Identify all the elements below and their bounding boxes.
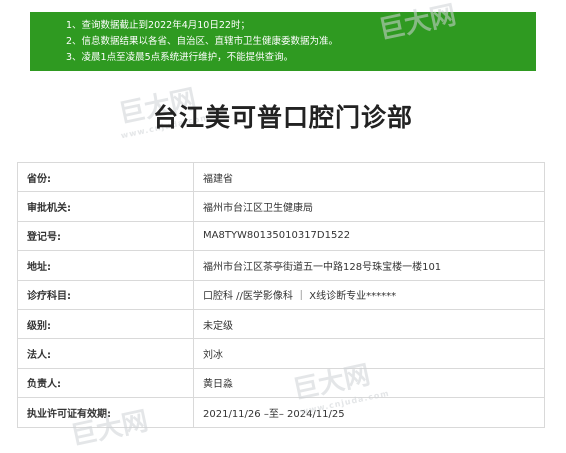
row-value: 2021/11/26 –至– 2024/11/25 <box>193 397 545 428</box>
notice-line: 2、信息数据结果以各省、自治区、直辖市卫生健康委数据为准。 <box>66 36 339 47</box>
notice-banner: 1、查询数据截止到2022年4月10日22时； 2、信息数据结果以各省、自治区、… <box>30 12 536 71</box>
table-row: 登记号: MA8TYW80135010317D1522 <box>17 220 545 252</box>
row-value: 未定级 <box>193 308 545 340</box>
notice-line: 1、查询数据截止到2022年4月10日22时； <box>66 20 250 31</box>
table-row: 执业许可证有效期: 2021/11/26 –至– 2024/11/25 <box>17 397 545 428</box>
row-value: MA8TYW80135010317D1522 <box>193 220 545 252</box>
row-value: 福州市台江区卫生健康局 <box>193 191 545 222</box>
info-table: 省份: 福建省 审批机关: 福州市台江区卫生健康局 登记号: MA8TYW801… <box>17 161 545 428</box>
row-label: 审批机关: <box>17 191 194 222</box>
row-label: 级别: <box>17 308 194 340</box>
table-row: 级别: 未定级 <box>17 308 545 340</box>
row-value: 福建省 <box>193 161 545 193</box>
row-label: 省份: <box>17 161 194 193</box>
row-value: 刘冰 <box>193 338 545 369</box>
table-row: 诊疗科目: 口腔科 //医学影像科 ｜ X线诊断专业****** <box>17 279 545 310</box>
table-row: 审批机关: 福州市台江区卫生健康局 <box>17 191 545 222</box>
row-value: 口腔科 //医学影像科 ｜ X线诊断专业****** <box>193 279 545 310</box>
table-row: 负责人: 黄日淼 <box>17 367 545 399</box>
table-row: 省份: 福建省 <box>17 161 545 193</box>
row-label: 地址: <box>17 250 194 281</box>
notice-line: 3、凌晨1点至凌晨5点系统进行维护，不能提供查询。 <box>66 52 294 63</box>
row-label: 登记号: <box>17 220 194 252</box>
row-label: 诊疗科目: <box>17 279 194 310</box>
page-title: 台江美可普口腔门诊部 <box>152 103 413 132</box>
row-label: 负责人: <box>17 367 194 399</box>
row-label: 执业许可证有效期: <box>17 397 194 428</box>
row-value: 福州市台江区茶亭街道五一中路128号珠宝楼一楼101 <box>193 250 545 281</box>
table-row: 地址: 福州市台江区茶亭街道五一中路128号珠宝楼一楼101 <box>17 250 545 281</box>
row-label: 法人: <box>17 338 194 369</box>
table-row: 法人: 刘冰 <box>17 338 545 369</box>
row-value: 黄日淼 <box>193 367 545 399</box>
